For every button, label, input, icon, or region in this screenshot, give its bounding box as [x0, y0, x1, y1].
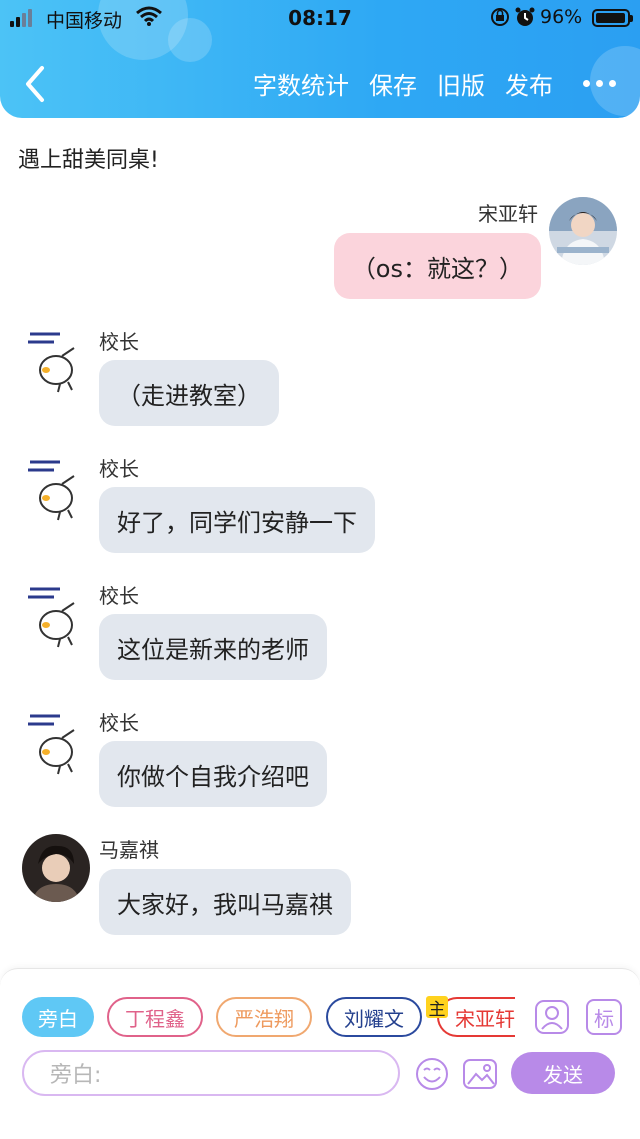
role-chip[interactable]: 丁程鑫 [107, 997, 203, 1037]
role-chip[interactable]: 严浩翔 [216, 997, 312, 1037]
role-chip[interactable]: 刘耀文 [326, 997, 422, 1037]
message-input[interactable]: 旁白: [22, 1050, 400, 1096]
tag-button[interactable]: 标 [586, 999, 622, 1035]
character-manage-icon[interactable] [534, 999, 570, 1039]
main-character-badge: 主 [426, 996, 448, 1020]
back-button[interactable] [20, 64, 50, 104]
sender-name: 校长 [99, 330, 139, 354]
sender-name: 校长 [99, 457, 139, 481]
sender-name: 宋亚轩 [478, 202, 538, 226]
avatar[interactable] [22, 834, 90, 902]
battery-icon [592, 9, 633, 27]
avatar[interactable] [22, 708, 90, 776]
message-bubble[interactable]: （os：就这？） [333, 233, 541, 299]
save-button[interactable]: 保存 [369, 66, 417, 101]
sender-name: 校长 [99, 711, 139, 735]
sender-name: 马嘉祺 [99, 838, 159, 862]
old-version-button[interactable]: 旧版 [437, 66, 485, 101]
app-header: 中国移动 08:17 96% 字数统计 保存 旧版 发布 [0, 0, 640, 118]
orientation-lock-icon [490, 6, 510, 33]
avatar[interactable] [22, 454, 90, 522]
avatar[interactable] [22, 326, 90, 394]
story-title: 遇上甜美同桌! [18, 148, 159, 173]
chevron-left-icon [26, 66, 44, 102]
battery-percentage: 96% [540, 6, 583, 28]
avatar[interactable] [22, 581, 90, 649]
send-button[interactable]: 发送 [511, 1052, 615, 1094]
role-chip-narrator[interactable]: 旁白 [22, 997, 94, 1037]
role-chip-main[interactable]: 宋亚轩 [437, 997, 515, 1037]
word-count-button[interactable]: 字数统计 [253, 66, 349, 101]
header-actions: 字数统计 保存 旧版 发布 [253, 66, 616, 101]
publish-button[interactable]: 发布 [505, 66, 553, 101]
image-icon[interactable] [462, 1056, 498, 1096]
emoji-icon[interactable] [414, 1056, 450, 1096]
sender-name: 校长 [99, 584, 139, 608]
status-bar: 中国移动 08:17 96% [0, 0, 640, 36]
message-bubble[interactable]: （走进教室） [99, 360, 279, 426]
message-bubble[interactable]: 好了，同学们安静一下 [99, 487, 375, 553]
message-bubble[interactable]: 这位是新来的老师 [99, 614, 327, 680]
battery-fill [596, 13, 625, 23]
avatar[interactable] [549, 197, 617, 265]
more-icon[interactable] [573, 80, 616, 87]
message-bubble[interactable]: 大家好，我叫马嘉祺 [99, 869, 351, 935]
message-bubble[interactable]: 你做个自我介绍吧 [99, 741, 327, 807]
alarm-icon [514, 6, 536, 33]
